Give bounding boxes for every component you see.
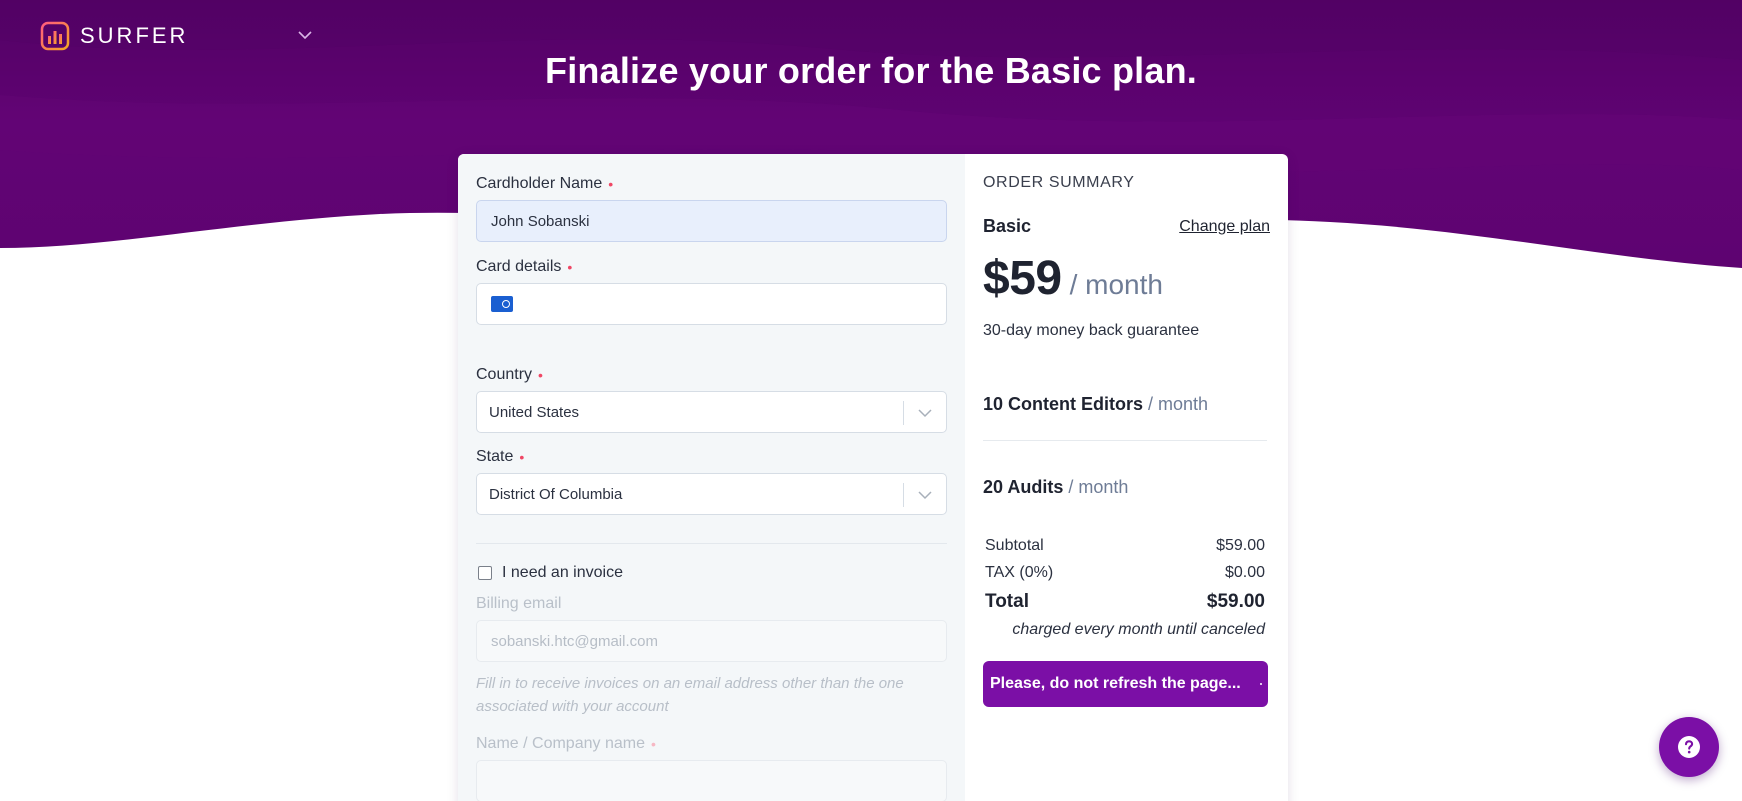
subtotal-row: Subtotal $59.00 [985, 532, 1265, 559]
required-marker: • [519, 449, 525, 465]
feature-unit: / month [1068, 477, 1129, 497]
loading-dot [1260, 683, 1262, 685]
help-button[interactable] [1659, 717, 1719, 777]
company-name-label-text: Name / Company name [476, 735, 645, 752]
total-value: $59.00 [1206, 591, 1265, 612]
card-details-label-text: Card details [476, 258, 562, 275]
state-select[interactable]: District Of Columbia [476, 473, 947, 515]
form-divider [476, 543, 947, 544]
billing-frequency-note: charged every month until canceled [1012, 621, 1265, 638]
card-details-label: Card details • [476, 257, 947, 277]
tax-value: $0.00 [1224, 563, 1265, 581]
feature-name: 20 Audits [983, 477, 1064, 497]
billing-email-hint: Fill in to receive invoices on an email … [476, 675, 904, 715]
totals-table: Subtotal $59.00 TAX (0%) $0.00 Total $59… [985, 532, 1265, 618]
billing-email-placeholder: sobanski.htc@gmail.com [491, 632, 658, 650]
credit-card-icon [491, 296, 513, 312]
required-marker: • [538, 367, 543, 383]
plan-name: Basic [983, 216, 1032, 236]
state-value: District Of Columbia [489, 485, 623, 503]
feature-audits: 20 Audits / month [983, 477, 1270, 498]
feature-name: 10 Content Editors [983, 394, 1144, 414]
checkout-card: Cardholder Name • John Sobanski Card det… [458, 154, 1288, 801]
country-select[interactable]: United States [476, 391, 947, 433]
summary-divider [983, 440, 1267, 441]
company-name-input[interactable] [476, 760, 947, 801]
invoice-checkbox[interactable] [478, 566, 492, 580]
required-marker: • [608, 176, 614, 192]
chevron-down-icon[interactable] [296, 26, 314, 44]
cardholder-label: Cardholder Name • [476, 174, 947, 194]
brand-logo[interactable]: SURFER [40, 18, 188, 54]
page-title: Finalize your order for the Basic plan. [545, 50, 1197, 91]
plan-price: $59 [983, 252, 1062, 305]
card-details-input[interactable] [476, 283, 947, 325]
company-name-label: Name / Company name • [476, 734, 947, 754]
chevron-down-icon[interactable] [916, 404, 934, 422]
state-label-text: State [476, 448, 514, 465]
price-row: $59 / month [983, 251, 1270, 306]
country-label: Country • [476, 365, 947, 385]
feature-content-editors: 10 Content Editors / month [983, 394, 1270, 415]
tax-row: TAX (0%) $0.00 [985, 559, 1265, 586]
surfer-logo-icon [40, 21, 70, 51]
plan-row: Basic Change plan [983, 216, 1270, 237]
order-summary-heading: ORDER SUMMARY [983, 174, 1135, 191]
question-mark-icon [1678, 736, 1700, 758]
billing-email-label-text: Billing email [476, 595, 562, 612]
tax-label: TAX (0%) [985, 563, 1054, 581]
payment-form: Cardholder Name • John Sobanski Card det… [458, 154, 965, 801]
brand-name: SURFER [80, 23, 189, 48]
invoice-checkbox-label[interactable]: I need an invoice [502, 564, 623, 582]
chevron-down-icon[interactable] [916, 486, 934, 504]
billing-email-input[interactable]: sobanski.htc@gmail.com [476, 620, 947, 662]
guarantee-text: 30-day money back guarantee [983, 322, 1200, 339]
required-marker: • [650, 736, 656, 752]
required-marker: • [567, 259, 573, 275]
select-divider [903, 483, 904, 507]
submit-payment-label: Please, do not refresh the page... [990, 675, 1241, 692]
invoice-checkbox-row[interactable]: I need an invoice [476, 564, 947, 582]
total-label: Total [985, 591, 1029, 612]
subtotal-label: Subtotal [985, 536, 1044, 554]
change-plan-link[interactable]: Change plan [1179, 218, 1270, 236]
select-divider [903, 401, 904, 425]
cardholder-name-input[interactable]: John Sobanski [476, 200, 947, 242]
subtotal-value: $59.00 [1216, 536, 1265, 554]
country-value: United States [489, 403, 580, 421]
cardholder-label-text: Cardholder Name [476, 175, 603, 192]
total-row: Total $59.00 [985, 586, 1265, 618]
price-period: / month [1069, 269, 1163, 300]
feature-unit: / month [1148, 394, 1209, 414]
order-summary: ORDER SUMMARY Basic Change plan $59 / mo… [965, 154, 1288, 801]
state-label: State • [476, 447, 947, 467]
submit-payment-button[interactable]: Please, do not refresh the page... [983, 661, 1268, 707]
billing-email-label: Billing email [476, 594, 947, 614]
country-label-text: Country [476, 366, 533, 383]
cardholder-name-value: John Sobanski [491, 212, 590, 230]
